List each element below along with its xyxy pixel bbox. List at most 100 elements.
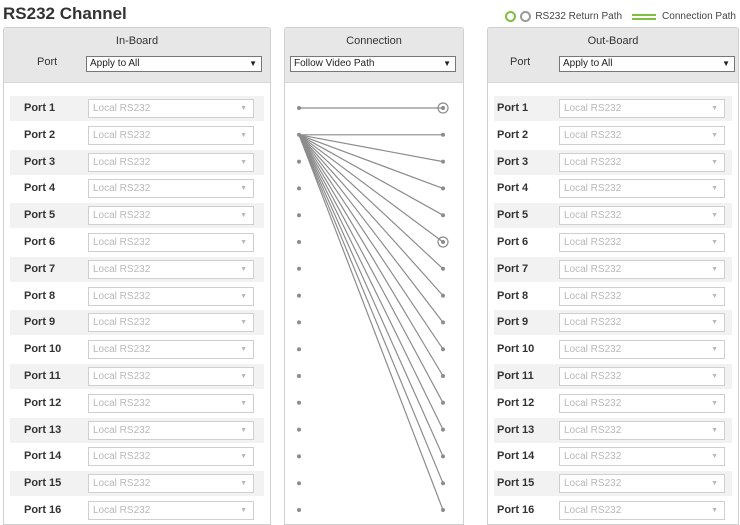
in-board-port-row: Port 11 Local RS232 ▼ <box>10 364 264 389</box>
output-node[interactable] <box>441 320 445 325</box>
in-board-port-source-select[interactable]: Local RS232 ▼ <box>88 99 254 118</box>
in-board-port-row: Port 2 Local RS232 ▼ <box>10 123 264 148</box>
page-title: RS232 Channel <box>3 4 127 23</box>
output-node[interactable] <box>441 400 445 405</box>
in-board-port-header: Port <box>37 56 58 68</box>
legend-connection-path-label: Connection Path <box>662 11 736 22</box>
output-node[interactable] <box>441 266 445 271</box>
out-board-port-source-select[interactable]: Local RS232 ▼ <box>559 152 725 172</box>
output-node[interactable] <box>441 347 445 352</box>
out-board-port-source-select[interactable]: Local RS232 ▼ <box>559 447 725 467</box>
out-board-port-label: Port 8 <box>497 289 529 302</box>
in-board-port-row: Port 3 Local RS232 ▼ <box>10 149 264 175</box>
input-node[interactable] <box>297 213 301 218</box>
input-node[interactable] <box>297 240 301 244</box>
input-node[interactable] <box>297 106 301 110</box>
out-board-port-source-select[interactable]: Local RS232 ▼ <box>559 125 725 145</box>
input-node[interactable] <box>297 400 301 405</box>
out-board-port-label: Port 10 <box>497 343 535 356</box>
chevron-down-icon: ▼ <box>240 131 247 139</box>
out-board-apply-all-select[interactable]: Apply to All ▼ <box>559 56 735 72</box>
output-node[interactable] <box>441 454 445 459</box>
out-board-port-source-select[interactable]: Local RS232 ▼ <box>559 259 725 279</box>
input-node[interactable] <box>297 508 301 512</box>
output-node[interactable] <box>441 481 445 486</box>
input-node[interactable] <box>297 374 301 378</box>
out-board-port-source-select[interactable]: Local RS232 ▼ <box>559 233 725 252</box>
in-board-port-label: Port 7 <box>24 262 56 275</box>
in-board-port-source-select[interactable]: Local RS232 ▼ <box>88 125 254 145</box>
out-board-port-source-value: Local RS232 <box>564 344 622 356</box>
input-node[interactable] <box>297 186 301 191</box>
output-node[interactable] <box>441 106 445 110</box>
out-board-port-source-select[interactable]: Local RS232 ▼ <box>559 206 725 226</box>
out-board-port-source-select[interactable]: Local RS232 ▼ <box>559 179 725 199</box>
in-board-port-source-select[interactable]: Local RS232 ▼ <box>88 179 254 199</box>
in-board-port-source-select[interactable]: Local RS232 ▼ <box>88 474 254 494</box>
input-node[interactable] <box>297 481 301 486</box>
chevron-down-icon: ▼ <box>711 399 718 407</box>
in-board-port-source-select[interactable]: Local RS232 ▼ <box>88 447 254 467</box>
input-node[interactable] <box>297 347 301 352</box>
output-node[interactable] <box>441 132 445 137</box>
out-board-port-source-select[interactable]: Local RS232 ▼ <box>559 474 725 494</box>
out-board-port-source-select[interactable]: Local RS232 ▼ <box>559 393 725 413</box>
out-board-port-source-select[interactable]: Local RS232 ▼ <box>559 367 725 386</box>
chevron-down-icon: ▼ <box>240 292 247 300</box>
output-node[interactable] <box>441 374 445 378</box>
out-board-port-source-select[interactable]: Local RS232 ▼ <box>559 340 725 360</box>
in-board-port-label: Port 14 <box>24 450 62 463</box>
chevron-down-icon: ▼ <box>240 426 247 434</box>
output-node[interactable] <box>441 508 445 512</box>
out-board-port-source-select[interactable]: Local RS232 ▼ <box>559 420 725 440</box>
in-board-port-source-select[interactable]: Local RS232 ▼ <box>88 367 254 386</box>
out-board-port-source-select[interactable]: Local RS232 ▼ <box>559 286 725 306</box>
out-board-port-label: Port 3 <box>497 155 529 168</box>
in-board-port-source-select[interactable]: Local RS232 ▼ <box>88 259 254 279</box>
connection-mode-select[interactable]: Follow Video Path ▼ <box>290 56 456 72</box>
output-node[interactable] <box>441 240 445 244</box>
out-board-port-source-value: Local RS232 <box>564 478 622 490</box>
chevron-down-icon: ▼ <box>711 105 718 112</box>
in-board-port-source-select[interactable]: Local RS232 ▼ <box>88 501 254 520</box>
in-board-port-source-select[interactable]: Local RS232 ▼ <box>88 420 254 440</box>
in-board-port-source-select[interactable]: Local RS232 ▼ <box>88 152 254 172</box>
output-node[interactable] <box>441 293 445 298</box>
in-board-port-row: Port 1 Local RS232 ▼ <box>10 96 264 121</box>
in-board-port-source-select[interactable]: Local RS232 ▼ <box>88 313 254 333</box>
input-node[interactable] <box>297 454 301 459</box>
chevron-down-icon: ▼ <box>711 158 718 166</box>
input-node[interactable] <box>297 293 301 298</box>
out-board-port-source-value: Local RS232 <box>564 263 622 275</box>
in-board-port-source-value: Local RS232 <box>93 210 151 222</box>
input-node[interactable] <box>297 159 301 164</box>
input-node[interactable] <box>297 427 301 432</box>
in-board-port-source-value: Local RS232 <box>93 156 151 168</box>
out-board-port-label: Port 9 <box>497 316 529 329</box>
in-board-port-source-select[interactable]: Local RS232 ▼ <box>88 206 254 226</box>
input-node[interactable] <box>297 266 301 271</box>
output-node[interactable] <box>441 159 445 164</box>
input-node[interactable] <box>297 320 301 325</box>
in-board-port-label: Port 8 <box>24 289 56 302</box>
in-board-apply-all-select[interactable]: Apply to All ▼ <box>86 56 262 72</box>
chevron-down-icon: ▼ <box>240 319 247 327</box>
in-board-port-source-select[interactable]: Local RS232 ▼ <box>88 393 254 413</box>
in-board-port-source-select[interactable]: Local RS232 ▼ <box>88 286 254 306</box>
in-board-port-source-value: Local RS232 <box>93 424 151 436</box>
in-board-port-label: Port 13 <box>24 423 62 436</box>
in-board-port-row: Port 16 Local RS232 ▼ <box>10 498 264 523</box>
out-board-port-source-select[interactable]: Local RS232 ▼ <box>559 313 725 333</box>
out-board-port-source-select[interactable]: Local RS232 ▼ <box>559 501 725 520</box>
output-node[interactable] <box>441 186 445 191</box>
output-node[interactable] <box>441 427 445 432</box>
output-node[interactable] <box>441 213 445 218</box>
out-board-port-source-value: Local RS232 <box>564 183 622 195</box>
input-node[interactable] <box>297 132 301 137</box>
in-board-port-label: Port 5 <box>24 209 56 222</box>
chevron-down-icon: ▼ <box>240 158 247 166</box>
out-board-port-source-select[interactable]: Local RS232 ▼ <box>559 99 725 118</box>
out-board-port-row: Port 15 Local RS232 ▼ <box>494 471 732 497</box>
in-board-port-source-select[interactable]: Local RS232 ▼ <box>88 340 254 360</box>
in-board-port-source-select[interactable]: Local RS232 ▼ <box>88 233 254 252</box>
